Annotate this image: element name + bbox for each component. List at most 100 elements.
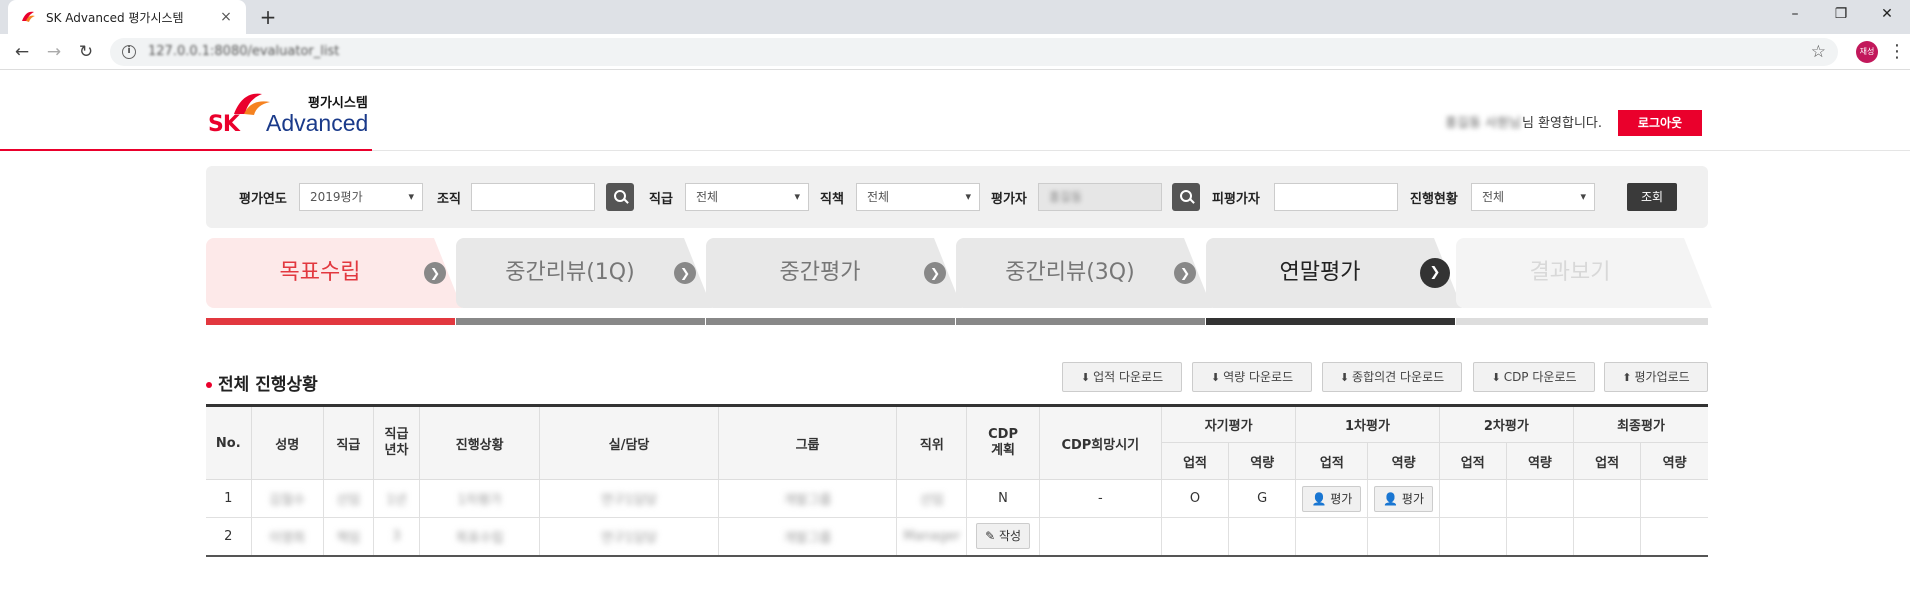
step-results[interactable]: 결과보기	[1456, 238, 1712, 308]
step-mid-review-1q[interactable]: 중간리뷰(1Q)	[456, 238, 712, 308]
restore-button[interactable]: ❐	[1818, 0, 1864, 30]
cell-self-comp	[1228, 517, 1297, 556]
bullet-icon	[206, 382, 212, 388]
cell-status: 1차평가	[419, 479, 541, 518]
cell-group: 개발그룹	[717, 517, 898, 556]
overall-download-button[interactable]: ⬇ 종합의견 다운로드	[1322, 362, 1462, 392]
logout-button[interactable]: 로그아웃	[1618, 110, 1702, 136]
step-bar-mid	[706, 318, 955, 325]
first-perf-eval-button[interactable]: 👤 평가	[1302, 485, 1362, 512]
perf-download-button[interactable]: ⬇ 업적 다운로드	[1062, 362, 1182, 392]
header-accent-line	[0, 149, 372, 151]
col-first-eval: 1차평가	[1295, 405, 1440, 443]
browser-tab-bar: SK Advanced 평가시스템 × + – ❐ ✕	[0, 0, 1910, 34]
cell-cdp-time	[1038, 517, 1162, 556]
search-panel: 평가연도 2019평가 조직 직급 전체 직책 전체 평가자 홍길동 피평가자 …	[206, 166, 1708, 228]
org-search-button[interactable]	[606, 183, 634, 211]
bookmark-star-icon[interactable]: ☆	[1811, 42, 1826, 62]
col-final-perf: 업적	[1573, 442, 1642, 480]
step-next-icon: ❯	[1174, 262, 1196, 284]
eval-upload-button[interactable]: ⬆ 평가업로드	[1604, 362, 1708, 392]
step-year-end-evaluation[interactable]: 연말평가	[1206, 238, 1462, 308]
col-grade-year: 직급 년차	[372, 405, 421, 480]
info-icon[interactable]: i	[122, 44, 136, 59]
page-content: 평가시스템 SK Advanced 홍길동 사원님 님 환영합니다. 로그아웃 …	[0, 70, 1910, 591]
step-mid-review-3q[interactable]: 중간리뷰(3Q)	[956, 238, 1212, 308]
user-name: 홍길동 사원님	[1445, 116, 1521, 131]
col-group: 그룹	[717, 405, 898, 480]
step-label: 결과보기	[1529, 260, 1611, 285]
cell-no: 1	[206, 479, 252, 518]
col-dept: 실/담당	[539, 405, 719, 480]
cell-first-perf: 👤 평가	[1295, 479, 1369, 518]
sk-advanced-logo[interactable]: 평가시스템 SK Advanced	[208, 88, 378, 140]
step-label: 중간리뷰(3Q)	[1005, 260, 1135, 285]
profile-avatar[interactable]: 재성	[1856, 40, 1878, 63]
step-current-chevron-down-icon: ❯	[1420, 258, 1450, 288]
evaluatee-input[interactable]	[1274, 183, 1398, 211]
status-select[interactable]: 전체	[1471, 183, 1595, 211]
cdp-download-button[interactable]: ⬇ CDP 다운로드	[1473, 362, 1595, 392]
position-select[interactable]: 전체	[856, 183, 980, 211]
evaluator-input[interactable]: 홍길동	[1038, 183, 1162, 211]
col-self-comp: 역량	[1228, 442, 1297, 480]
reload-icon[interactable]: ↻	[72, 38, 100, 66]
cell-no: 2	[206, 517, 252, 556]
section-title: 전체 진행상황	[206, 370, 318, 395]
cell-grade-year: 3	[372, 517, 421, 556]
cell-self-comp: G	[1228, 479, 1297, 518]
col-self-eval: 자기평가	[1160, 405, 1297, 443]
back-icon[interactable]: ←	[8, 38, 36, 66]
cell-second-perf	[1438, 517, 1507, 556]
cell-grade-year: 1년	[372, 479, 421, 518]
col-final-eval: 최종평가	[1573, 405, 1708, 443]
cdp-write-button[interactable]: ✎ 작성	[976, 523, 1031, 550]
browser-tab[interactable]: SK Advanced 평가시스템 ×	[8, 0, 246, 34]
table-row: 2 이영희 책임 3 목표수립 연구1담당 개발그룹 Manager ✎ 작성	[206, 517, 1708, 556]
forward-icon[interactable]: →	[40, 38, 68, 66]
close-window-button[interactable]: ✕	[1864, 0, 1910, 30]
status-label: 진행현황	[1410, 192, 1458, 207]
step-next-icon: ❯	[674, 262, 696, 284]
col-second-perf: 업적	[1438, 442, 1507, 480]
cell-final-perf	[1573, 517, 1642, 556]
cell-first-comp	[1367, 517, 1440, 556]
query-button[interactable]: 조회	[1627, 183, 1677, 211]
step-bar-3q	[956, 318, 1205, 325]
cell-dept: 연구1담당	[539, 479, 719, 518]
step-goal-setting[interactable]: 목표수립	[206, 238, 462, 308]
step-next-icon: ❯	[424, 262, 446, 284]
step-mid-evaluation[interactable]: 중간평가	[706, 238, 962, 308]
browser-menu-icon[interactable]: ⋮	[1888, 41, 1906, 62]
cell-position: 선임	[896, 479, 968, 518]
user-edit-icon: 👤	[1383, 491, 1402, 506]
welcome-text: 님 환영합니다.	[1521, 116, 1602, 131]
col-cdp-time: CDP희망시기	[1038, 405, 1162, 480]
cell-first-comp: 👤 평가	[1367, 479, 1440, 518]
cell-grade: 책임	[322, 517, 374, 556]
url-input[interactable]: i 127.0.0.1:8080/evaluator_list ☆	[110, 37, 1838, 66]
minimize-button[interactable]: –	[1772, 0, 1818, 30]
download-icon: ⬇	[1339, 371, 1350, 384]
download-icon: ⬇	[1491, 371, 1501, 384]
first-comp-eval-button[interactable]: 👤 평가	[1374, 485, 1433, 512]
sk-favicon-icon	[20, 9, 36, 25]
download-icon: ⬇	[1080, 371, 1091, 384]
evaluator-search-button[interactable]	[1172, 183, 1200, 211]
org-label: 조직	[437, 192, 461, 207]
cell-final-perf	[1573, 479, 1642, 518]
cell-self-perf: O	[1160, 479, 1230, 518]
col-first-comp: 역량	[1367, 442, 1440, 480]
new-tab-button[interactable]: +	[256, 5, 280, 29]
step-bar-1q	[456, 318, 705, 325]
comp-download-button[interactable]: ⬇ 역량 다운로드	[1192, 362, 1312, 392]
grade-select[interactable]: 전체	[685, 183, 809, 211]
logo-system-text: 평가시스템	[308, 96, 368, 111]
table-header-row: No. 성명 직급 직급 년차 진행상황 실/담당 그룹 직위 CDP 계획 C…	[206, 405, 1708, 480]
org-input[interactable]	[471, 183, 595, 211]
tab-close-icon[interactable]: ×	[218, 9, 234, 25]
step-bar-goal	[206, 318, 455, 325]
cell-second-comp	[1505, 479, 1575, 518]
year-select[interactable]: 2019평가	[299, 183, 423, 211]
cell-cdp-time: -	[1038, 479, 1162, 518]
